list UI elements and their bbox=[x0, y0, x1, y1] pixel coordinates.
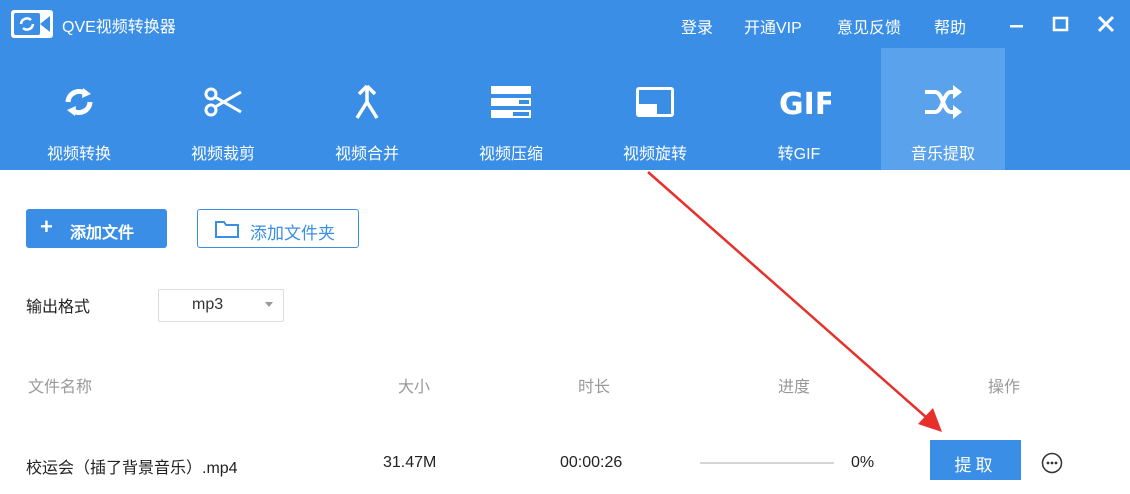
app-header: QVE视频转换器 登录 开通VIP 意见反馈 帮助 视频转换 视频裁剪 视频合并… bbox=[0, 0, 1130, 170]
app-logo-icon bbox=[11, 10, 53, 38]
vip-link[interactable]: 开通VIP bbox=[744, 14, 802, 38]
app-title: QVE视频转换器 bbox=[62, 19, 176, 36]
extract-label: 提取 bbox=[954, 456, 997, 475]
file-name: 校运会（插了背景音乐）.mp4 bbox=[26, 460, 238, 477]
compress-icon bbox=[491, 86, 531, 118]
output-format-select[interactable]: mp3 bbox=[158, 289, 284, 322]
tool-bar: 视频转换 视频裁剪 视频合并 视频压缩 视频旋转 GIF 转GIF 音乐提取 bbox=[0, 48, 1130, 170]
tool-label: 转GIF bbox=[777, 146, 821, 163]
help-link[interactable]: 帮助 bbox=[934, 14, 966, 38]
tool-label: 视频旋转 bbox=[622, 146, 687, 163]
feedback-link[interactable]: 意见反馈 bbox=[837, 14, 901, 38]
add-folder-button[interactable]: 添加文件夹 bbox=[197, 209, 359, 248]
plus-icon: + bbox=[40, 214, 53, 239]
output-format-label: 输出格式 bbox=[26, 299, 91, 316]
add-file-label: 添加文件 bbox=[70, 225, 135, 242]
title-bar: QVE视频转换器 登录 开通VIP 意见反馈 帮助 bbox=[0, 0, 1130, 48]
close-icon[interactable] bbox=[1094, 12, 1118, 36]
folder-icon bbox=[215, 221, 239, 238]
rotate-icon bbox=[636, 87, 674, 117]
extract-button[interactable]: 提取 bbox=[930, 440, 1021, 480]
gif-icon: GIF bbox=[779, 87, 831, 122]
tool-video-merge[interactable]: 视频合并 bbox=[305, 48, 429, 170]
header-size: 大小 bbox=[398, 379, 431, 396]
tool-to-gif[interactable]: GIF 转GIF bbox=[737, 48, 861, 170]
tool-video-cut[interactable]: 视频裁剪 bbox=[161, 48, 285, 170]
file-size: 31.47M bbox=[383, 454, 437, 471]
merge-icon bbox=[355, 84, 379, 119]
svg-text:GIF: GIF bbox=[779, 87, 831, 122]
chevron-down-icon bbox=[265, 302, 273, 307]
tool-video-rotate[interactable]: 视频旋转 bbox=[593, 48, 717, 170]
tool-label: 视频合并 bbox=[334, 146, 399, 163]
tool-label: 音乐提取 bbox=[910, 146, 975, 163]
tool-video-convert[interactable]: 视频转换 bbox=[17, 48, 141, 170]
tool-label: 视频转换 bbox=[46, 146, 111, 163]
header-progress: 进度 bbox=[778, 379, 811, 396]
scissors-icon bbox=[204, 87, 242, 117]
tool-video-compress[interactable]: 视频压缩 bbox=[449, 48, 573, 170]
maximize-icon[interactable] bbox=[1049, 12, 1073, 36]
add-file-button[interactable]: + 添加文件 bbox=[26, 209, 167, 248]
minimize-icon[interactable] bbox=[1006, 12, 1030, 36]
add-folder-label: 添加文件夹 bbox=[250, 224, 335, 243]
progress-bar bbox=[700, 462, 834, 464]
login-link[interactable]: 登录 bbox=[681, 14, 713, 38]
tool-label: 视频裁剪 bbox=[190, 146, 255, 163]
tool-music-extract[interactable]: 音乐提取 bbox=[881, 48, 1005, 170]
convert-icon bbox=[65, 88, 93, 116]
header-duration: 时长 bbox=[578, 379, 611, 396]
header-action: 操作 bbox=[988, 379, 1021, 396]
header-file-name: 文件名称 bbox=[28, 379, 93, 396]
tool-label: 视频压缩 bbox=[478, 146, 543, 163]
output-format-value: mp3 bbox=[192, 296, 224, 313]
progress-text: 0% bbox=[851, 454, 875, 471]
more-options-icon[interactable] bbox=[1041, 452, 1063, 474]
file-duration: 00:00:26 bbox=[560, 454, 623, 471]
shuffle-icon bbox=[925, 85, 962, 119]
